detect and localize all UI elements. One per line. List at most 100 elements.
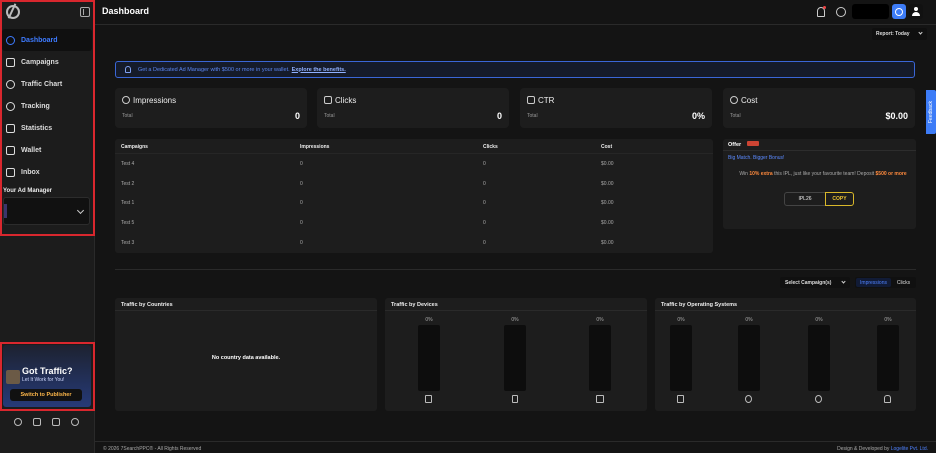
company-link[interactable]: Logelite Pvt. Ltd.: [891, 446, 928, 452]
sidebar-item-dashboard[interactable]: Dashboard: [2, 29, 92, 51]
cell-impressions: 0: [300, 161, 303, 167]
offer-header: Offer: [723, 139, 916, 151]
card-title: CTR: [538, 96, 555, 105]
tracking-icon: [6, 101, 15, 111]
offer-highlight: 10% extra: [749, 171, 773, 177]
cell-campaign: Test 2: [121, 181, 135, 187]
report-dropdown[interactable]: Report: Today: [872, 28, 927, 40]
sidebar-item-inbox[interactable]: Inbox: [2, 161, 92, 183]
sidebar-item-label: Campaigns: [21, 58, 59, 66]
promo-avatar: [6, 370, 20, 384]
device-bar: [418, 325, 440, 391]
os-bar: [808, 325, 830, 391]
bell-icon: [125, 66, 131, 73]
toggle-clicks[interactable]: Clicks: [893, 278, 914, 287]
user-icon[interactable]: [909, 4, 923, 19]
panel-divider: [385, 310, 647, 311]
row-divider: [115, 153, 713, 154]
sidebar-item-label: Traffic Chart: [21, 80, 63, 88]
card-total-label: Total: [122, 113, 133, 119]
select-campaigns-dropdown[interactable]: Select Campaign(s): [780, 277, 850, 288]
phone-icon[interactable]: [14, 418, 22, 426]
os-bar: [877, 325, 899, 391]
sidebar: Dashboard Campaigns Traffic Chart Tracki…: [0, 0, 95, 453]
sidebar-item-statistics[interactable]: Statistics: [2, 117, 92, 139]
cell-cost: $0.00: [601, 200, 614, 206]
inbox-icon: [6, 167, 15, 177]
traffic-by-countries-panel: Traffic by Countries No country data ava…: [115, 298, 377, 411]
android-icon: [745, 395, 752, 403]
chevron-down-icon: [918, 30, 923, 35]
device-percent: 0%: [425, 317, 433, 323]
tablet-icon: [596, 395, 604, 403]
sidebar-item-campaigns[interactable]: Campaigns: [2, 51, 92, 73]
card-title: Clicks: [335, 96, 357, 105]
chevron-down-icon: [76, 206, 85, 215]
os-bar: [738, 325, 760, 391]
cell-campaign: Test 5: [121, 220, 135, 226]
sidebar-item-wallet[interactable]: Wallet: [2, 139, 92, 161]
info-icon[interactable]: [71, 418, 79, 426]
toggle-impressions[interactable]: Impressions: [856, 278, 891, 287]
sidebar-item-traffic-chart[interactable]: Traffic Chart: [2, 73, 92, 95]
promo-title: Got Traffic?: [22, 366, 73, 376]
card-value: 0%: [691, 111, 705, 121]
card-value: $0.00: [885, 111, 908, 121]
topbar: Dashboard: [95, 0, 936, 25]
footer: © 2026 7SearchPPC® - All Rights Reserved…: [95, 441, 936, 453]
banner-text: Get a Dedicated Ad Manager with $500 or …: [138, 66, 290, 73]
cell-impressions: 0: [300, 181, 303, 187]
os-percent: 0%: [677, 317, 685, 323]
sidebar-item-label: Wallet: [21, 146, 42, 154]
sidebar-item-tracking[interactable]: Tracking: [2, 95, 92, 117]
publisher-promo: Got Traffic? Let It Work for You! Switch…: [3, 345, 91, 407]
collapse-sidebar-icon[interactable]: [80, 7, 90, 17]
empty-state: No country data available.: [211, 355, 281, 361]
cell-clicks: 0: [483, 181, 486, 187]
calendar-icon[interactable]: [33, 418, 41, 426]
cell-impressions: 0: [300, 200, 303, 206]
credits-prefix: Design & Developed by: [837, 446, 890, 452]
column-header-cost: Cost: [601, 144, 613, 150]
sidebar-item-label: Inbox: [21, 168, 40, 176]
cell-cost: $0.00: [601, 220, 614, 226]
ad-manager-dropdown[interactable]: [3, 197, 90, 225]
explore-benefits-link[interactable]: Explore the benefits.: [292, 67, 346, 73]
column-header-clicks: Clicks: [483, 144, 498, 150]
divider: [115, 269, 916, 270]
device-percent: 0%: [596, 317, 604, 323]
cell-impressions: 0: [300, 240, 303, 246]
report-label: Report: Today: [876, 31, 910, 37]
ad-manager-banner: Get a Dedicated Ad Manager with $500 or …: [115, 61, 915, 78]
clicks-card: Clicks Total 0: [317, 88, 509, 128]
settings-button[interactable]: [892, 4, 906, 19]
cursor-icon: [324, 96, 332, 104]
wallet-balance[interactable]: [852, 4, 889, 19]
desktop-icon: [425, 395, 432, 403]
cell-campaign: Test 3: [121, 240, 135, 246]
metric-toggle: Impressions Clicks: [855, 277, 916, 288]
cell-campaign: Test 4: [121, 161, 135, 167]
refresh-icon[interactable]: [836, 7, 846, 17]
panel-divider: [655, 310, 916, 311]
cell-clicks: 0: [483, 240, 486, 246]
switch-to-publisher-button[interactable]: Switch to Publisher: [10, 389, 82, 401]
cell-campaign: Test 1: [121, 200, 135, 206]
copyright-text: © 2026 7SearchPPC® - All Rights Reserved: [103, 446, 202, 452]
feedback-tab[interactable]: Feedback: [926, 90, 936, 134]
notification-dot: [823, 6, 826, 9]
sidebar-nav: Dashboard Campaigns Traffic Chart Tracki…: [2, 29, 92, 183]
page-title: Dashboard: [102, 6, 150, 16]
cell-clicks: 0: [483, 161, 486, 167]
copy-icon[interactable]: [52, 418, 60, 426]
copy-button[interactable]: COPY: [825, 192, 854, 206]
sidebar-item-label: Tracking: [21, 102, 50, 110]
logo-icon[interactable]: [6, 5, 20, 19]
ctr-card: CTR Total 0%: [520, 88, 712, 128]
card-title: Impressions: [133, 96, 177, 105]
offer-label: Offer: [728, 142, 742, 148]
card-total-label: Total: [527, 113, 538, 119]
panel-divider: [115, 310, 377, 311]
ctr-icon: [527, 96, 535, 104]
sidebar-item-label: Statistics: [21, 124, 53, 132]
